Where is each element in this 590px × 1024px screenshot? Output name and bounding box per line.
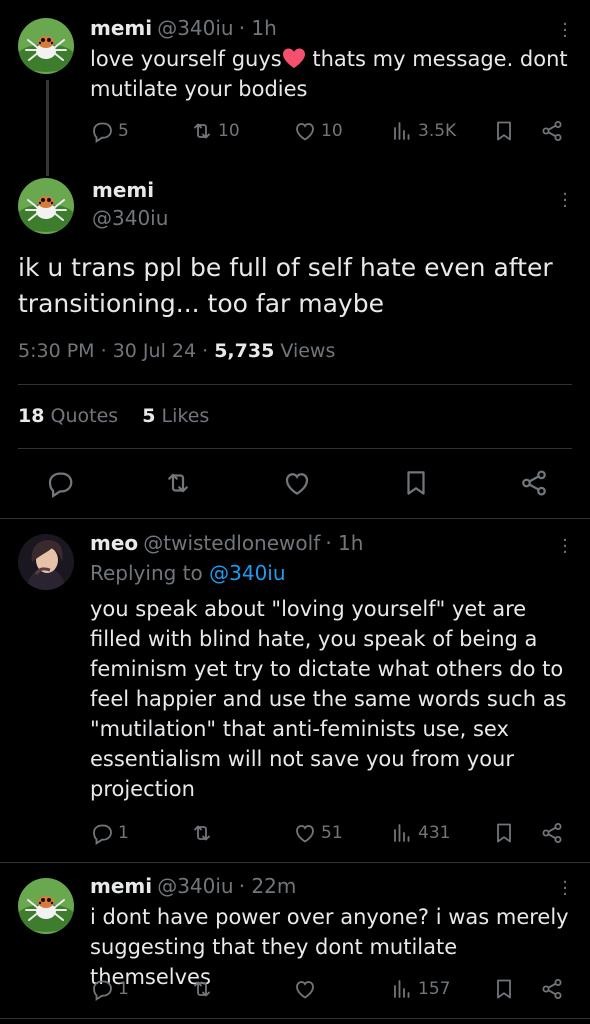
heart-icon [282,468,312,498]
repost-icon [190,977,214,1001]
bookmark-icon [492,977,516,1001]
like-button[interactable] [293,977,321,1001]
reply-icon [90,821,114,845]
more-options-icon[interactable]: · · · [560,874,570,904]
divider [0,518,590,519]
views-button[interactable]: 431 [390,821,450,845]
author-handle[interactable]: @340iu [157,874,233,898]
more-options-icon[interactable]: · · · [560,532,570,562]
share-icon [519,468,549,498]
heart-icon [293,821,317,845]
likes-link[interactable]: 5 Likes [142,405,209,427]
tweet-header: meo @twistedlonewolf · 1h [90,531,363,555]
tweet-time[interactable]: · 1h [325,531,363,555]
author-name[interactable]: meo [90,531,138,555]
share-button[interactable] [540,821,568,845]
heart-emoji-icon [282,48,305,68]
quotes-link[interactable]: 18 Quotes [18,405,124,427]
author-handle[interactable]: @340iu [157,16,233,40]
more-options-icon[interactable]: · · · [560,16,570,46]
share-icon [540,977,564,1001]
reply-button[interactable]: 5 [90,119,129,143]
tweet-meta: 5:30 PM · 30 Jul 24 · 5,735 Views [18,340,336,362]
bookmark-button[interactable] [492,821,520,845]
author-name[interactable]: memi [90,16,152,40]
divider [18,384,572,385]
bookmark-icon [492,821,516,845]
tweet-header: memi @340iu · 1h [90,16,277,40]
like-button[interactable]: 51 [293,821,343,845]
tweet-time[interactable]: · 22m [239,874,297,898]
reply-button[interactable] [45,468,79,498]
avatar[interactable] [18,178,74,234]
reply-icon [45,468,75,498]
avatar[interactable] [18,534,74,590]
like-button[interactable] [282,468,316,498]
repost-button[interactable]: 10 [190,119,240,143]
share-button[interactable] [519,468,553,498]
spider-avatar-icon [18,18,74,74]
tweet-text: love yourself guys thats my message. don… [90,47,568,101]
author-handle[interactable]: @340iu [92,206,168,230]
tweet-text: you speak about "loving yourself" yet ar… [90,597,567,801]
like-button[interactable]: 10 [293,119,343,143]
bookmark-button[interactable] [401,468,435,498]
spider-avatar-icon [18,878,74,934]
tweet-date[interactable]: 30 Jul 24 [113,340,196,362]
views-label: Views [280,340,336,362]
views-icon [390,821,414,845]
tweet-header: memi @340iu · 22m [90,874,296,898]
repost-button[interactable] [190,821,218,845]
repost-button[interactable] [190,977,218,1001]
avatar[interactable] [18,878,74,934]
divider [18,448,572,449]
share-icon [540,821,564,845]
more-options-icon[interactable]: · · · [560,186,570,216]
divider [0,862,590,863]
bookmark-icon [401,468,431,498]
user-avatar-icon [18,534,74,590]
bookmark-button[interactable] [492,977,520,1001]
reply-icon [90,119,114,143]
main-tweet-text: ik u trans ppl be full of self hate even… [18,253,553,318]
reply-button[interactable]: 1 [90,977,129,1001]
share-button[interactable] [540,977,568,1001]
avatar[interactable] [18,18,74,74]
reply-icon [90,977,114,1001]
thread-line [46,80,49,176]
repost-icon [163,468,193,498]
tweet-time[interactable]: 5:30 PM [18,340,95,362]
author-name[interactable]: memi [92,178,154,202]
repost-icon [190,119,214,143]
views-icon [390,977,414,1001]
views-count: 5,735 [214,340,275,362]
replying-to: Replying to @340iu [90,561,286,585]
share-icon [540,119,564,143]
heart-icon [293,977,317,1001]
repost-button[interactable] [163,468,197,498]
reply-button[interactable]: 1 [90,821,129,845]
engagement-stats: 18 Quotes 5 Likes [18,405,209,427]
heart-icon [293,119,317,143]
share-button[interactable] [540,119,568,143]
views-icon [390,119,414,143]
views-button[interactable]: 157 [390,977,450,1001]
replying-to-link[interactable]: @340iu [209,561,285,585]
bookmark-button[interactable] [492,119,520,143]
author-handle[interactable]: @twistedlonewolf [143,531,320,555]
tweet-time[interactable]: · 1h [239,16,277,40]
views-button[interactable]: 3.5K [390,119,456,143]
repost-icon [190,821,214,845]
divider [0,1018,590,1019]
bookmark-icon [492,119,516,143]
author-name[interactable]: memi [90,874,152,898]
spider-avatar-icon [18,178,74,234]
